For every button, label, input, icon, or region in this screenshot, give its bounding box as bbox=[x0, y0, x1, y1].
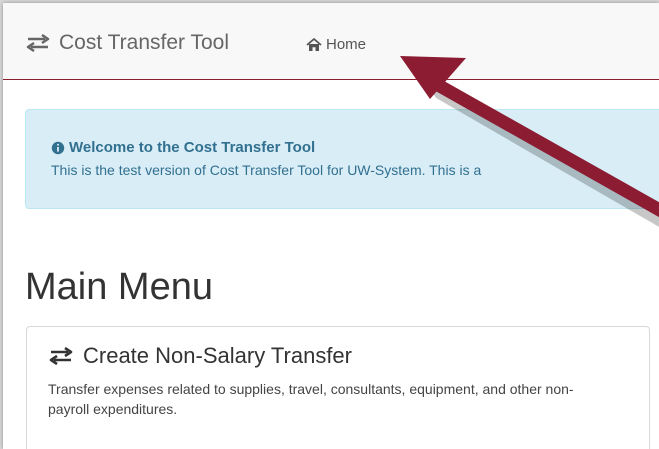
menu-card-description: Transfer expenses related to supplies, t… bbox=[48, 381, 574, 418]
top-navbar: Cost Transfer Tool Home bbox=[3, 3, 659, 80]
exchange-icon bbox=[25, 33, 51, 52]
brand-link[interactable]: Cost Transfer Tool bbox=[25, 32, 229, 53]
menu-card-create-non-salary-transfer[interactable]: Create Non-Salary Transfer Transfer expe… bbox=[26, 326, 650, 449]
alert-body: This is the test version of Cost Transfe… bbox=[51, 162, 482, 178]
brand-label: Cost Transfer Tool bbox=[59, 31, 230, 54]
exchange-icon bbox=[48, 346, 74, 366]
app-window: Cost Transfer Tool Home Welcome to the C… bbox=[3, 3, 659, 449]
menu-card-title-text: Create Non-Salary Transfer bbox=[83, 343, 352, 368]
menu-card-title[interactable]: Create Non-Salary Transfer bbox=[48, 345, 352, 367]
info-circle-icon bbox=[51, 141, 65, 155]
home-icon bbox=[306, 37, 322, 52]
page-title: Main Menu bbox=[25, 266, 213, 308]
nav-home-label: Home bbox=[326, 36, 367, 53]
welcome-alert: Welcome to the Cost Transfer Tool This i… bbox=[25, 109, 659, 209]
alert-title: Welcome to the Cost Transfer Tool bbox=[51, 140, 315, 155]
alert-title-text: Welcome to the Cost Transfer Tool bbox=[69, 139, 316, 156]
nav-home-link[interactable]: Home bbox=[306, 37, 366, 52]
